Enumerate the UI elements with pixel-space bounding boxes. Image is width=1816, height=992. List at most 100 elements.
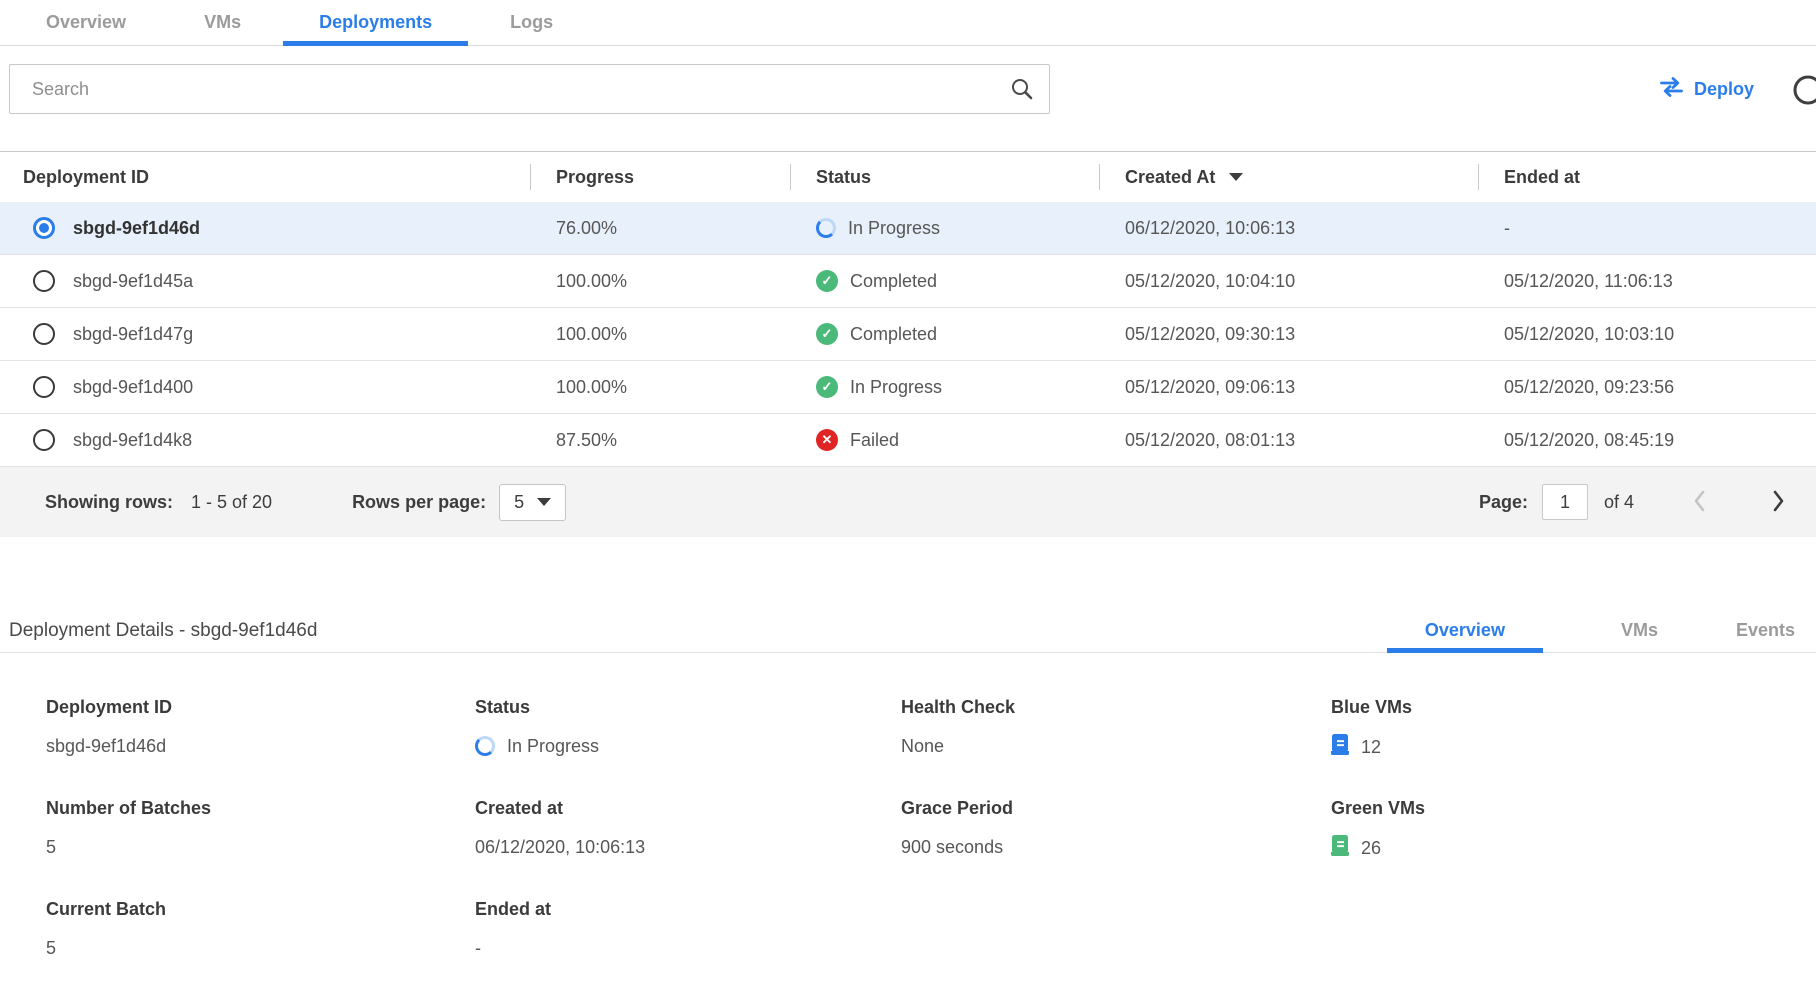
row-radio[interactable] <box>33 270 55 292</box>
blue-vm-count: 12 <box>1361 737 1381 758</box>
x-circle-icon: ✕ <box>816 429 838 451</box>
status-label: In Progress <box>507 736 599 757</box>
deployment-id: sbgd-9ef1d400 <box>73 377 193 398</box>
sort-descending-icon[interactable] <box>1229 173 1243 181</box>
field-value: 5 <box>46 835 475 859</box>
field-health-check: Health Check None <box>901 697 1331 760</box>
row-radio[interactable] <box>33 376 55 398</box>
field-label: Grace Period <box>901 798 1331 819</box>
deployment-id: sbgd-9ef1d4k8 <box>73 430 192 451</box>
search-box <box>9 64 1050 114</box>
row-created: 05/12/2020, 09:06:13 <box>1099 377 1478 398</box>
field-grace-period: Grace Period 900 seconds <box>901 798 1331 861</box>
row-radio[interactable] <box>33 217 55 239</box>
status-label: Completed <box>850 271 937 292</box>
tab-deployments[interactable]: Deployments <box>283 0 468 45</box>
previous-page-button[interactable] <box>1688 485 1712 520</box>
row-progress: 100.00% <box>530 324 790 345</box>
column-header-deployment-id: Deployment ID <box>0 163 530 191</box>
status-label: In Progress <box>850 377 942 398</box>
table-footer: Showing rows: 1 - 5 of 20 Rows per page:… <box>0 467 1816 537</box>
details-tab-events[interactable]: Events <box>1736 609 1795 652</box>
in-progress-spinner-icon <box>816 218 836 238</box>
field-value: 12 <box>1331 734 1816 760</box>
toolbar: Deploy <box>0 64 1816 114</box>
check-circle-icon: ✓ <box>816 323 838 345</box>
row-id-cell: sbgd-9ef1d47g <box>0 323 530 345</box>
field-blue-vms: Blue VMs 12 <box>1331 697 1816 760</box>
table-row[interactable]: sbgd-9ef1d400 100.00% ✓ In Progress 05/1… <box>0 361 1816 414</box>
deploy-button[interactable]: Deploy <box>1659 64 1754 114</box>
row-created: 06/12/2020, 10:06:13 <box>1099 218 1478 239</box>
status-label: In Progress <box>848 218 940 239</box>
chevron-down-icon <box>537 498 551 506</box>
column-header-created-at[interactable]: Created At <box>1099 163 1478 191</box>
green-vm-count: 26 <box>1361 838 1381 859</box>
table-row[interactable]: sbgd-9ef1d46d 76.00% In Progress 06/12/2… <box>0 202 1816 255</box>
field-label: Current Batch <box>46 899 475 920</box>
details-tab-vms[interactable]: VMs <box>1621 609 1658 652</box>
row-radio[interactable] <box>33 323 55 345</box>
row-ended: 05/12/2020, 11:06:13 <box>1478 271 1816 292</box>
row-status: ✓ Completed <box>790 323 1099 345</box>
status-label: Failed <box>850 430 899 451</box>
in-progress-spinner-icon <box>475 736 495 756</box>
field-ended-at: Ended at - <box>475 899 901 960</box>
field-value: 5 <box>46 936 475 960</box>
details-header: Deployment Details - sbgd-9ef1d46d Overv… <box>0 609 1816 653</box>
field-label: Deployment ID <box>46 697 475 718</box>
field-label: Created at <box>475 798 901 819</box>
chevron-left-icon <box>1692 489 1708 516</box>
page-label: Page: <box>1479 492 1528 513</box>
rows-per-page-value: 5 <box>514 492 524 513</box>
field-value: 26 <box>1331 835 1816 861</box>
row-id-cell: sbgd-9ef1d46d <box>0 217 530 239</box>
column-header-created-at-label: Created At <box>1125 167 1215 188</box>
row-ended: 05/12/2020, 09:23:56 <box>1478 377 1816 398</box>
row-ended: 05/12/2020, 08:45:19 <box>1478 430 1816 451</box>
field-value: sbgd-9ef1d46d <box>46 734 475 758</box>
table-row[interactable]: sbgd-9ef1d47g 100.00% ✓ Completed 05/12/… <box>0 308 1816 361</box>
tab-overview[interactable]: Overview <box>46 0 126 45</box>
refresh-icon[interactable] <box>1792 74 1816 106</box>
row-id-cell: sbgd-9ef1d45a <box>0 270 530 292</box>
search-input[interactable] <box>9 64 1050 114</box>
field-label: Number of Batches <box>46 798 475 819</box>
deployment-id: sbgd-9ef1d46d <box>73 218 200 239</box>
field-value: 06/12/2020, 10:06:13 <box>475 835 901 859</box>
row-created: 05/12/2020, 09:30:13 <box>1099 324 1478 345</box>
row-status: ✓ Completed <box>790 270 1099 292</box>
row-status: ✓ In Progress <box>790 376 1099 398</box>
details-tabs: Overview VMs Events <box>1347 609 1816 652</box>
page-input[interactable] <box>1542 484 1588 520</box>
table-row[interactable]: sbgd-9ef1d45a 100.00% ✓ Completed 05/12/… <box>0 255 1816 308</box>
row-status: ✕ Failed <box>790 429 1099 451</box>
row-id-cell: sbgd-9ef1d400 <box>0 376 530 398</box>
check-circle-icon: ✓ <box>816 270 838 292</box>
deployments-table: Deployment ID Progress Status Created At… <box>0 151 1816 537</box>
details-grid: Deployment ID sbgd-9ef1d46d Status In Pr… <box>0 697 1816 960</box>
field-green-vms: Green VMs 26 <box>1331 798 1816 861</box>
row-ended: - <box>1478 218 1816 239</box>
table-row[interactable]: sbgd-9ef1d4k8 87.50% ✕ Failed 05/12/2020… <box>0 414 1816 467</box>
main-tabs: Overview VMs Deployments Logs <box>0 0 1816 46</box>
field-label: Blue VMs <box>1331 697 1816 718</box>
field-label: Ended at <box>475 899 901 920</box>
row-progress: 100.00% <box>530 377 790 398</box>
deployment-id: sbgd-9ef1d45a <box>73 271 193 292</box>
tab-logs[interactable]: Logs <box>510 0 553 45</box>
row-progress: 87.50% <box>530 430 790 451</box>
field-value: None <box>901 734 1331 758</box>
row-ended: 05/12/2020, 10:03:10 <box>1478 324 1816 345</box>
row-radio[interactable] <box>33 429 55 451</box>
blue-vm-icon <box>1331 734 1349 760</box>
details-tab-overview[interactable]: Overview <box>1387 609 1543 652</box>
next-page-button[interactable] <box>1766 485 1790 520</box>
column-header-status: Status <box>790 163 1099 191</box>
deployment-id: sbgd-9ef1d47g <box>73 324 193 345</box>
details-title: Deployment Details - sbgd-9ef1d46d <box>9 620 317 642</box>
pagination: Page: of 4 <box>1479 484 1816 520</box>
rows-per-page-select[interactable]: 5 <box>499 484 566 521</box>
tab-vms[interactable]: VMs <box>204 0 241 45</box>
search-icon <box>1010 77 1034 106</box>
